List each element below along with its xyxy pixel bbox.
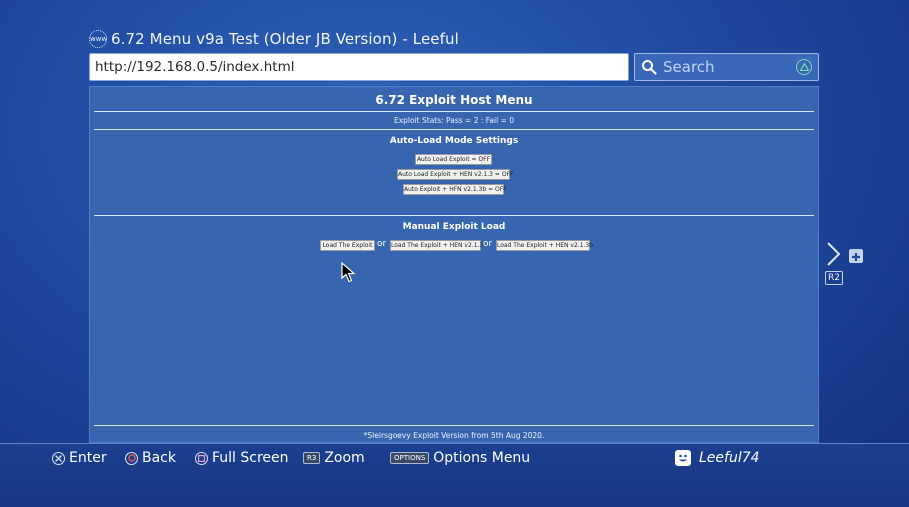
triangle-button-icon[interactable] (796, 59, 812, 75)
back-hint: Back (125, 450, 176, 466)
user-avatar-icon (675, 450, 691, 466)
or-separator: or (377, 239, 387, 249)
enter-hint: Enter (52, 450, 107, 466)
back-label: Back (142, 450, 176, 466)
load-exploit-hen-b-button[interactable]: Load The Exploit + HEN v2.1.3b (496, 240, 593, 251)
search-field[interactable]: Search (634, 53, 819, 81)
zoom-hint: R3 Zoom (303, 450, 365, 466)
auto-load-heading: Auto-Load Mode Settings (389, 136, 519, 146)
r3-button-icon: R3 (303, 452, 321, 464)
r2-button-label: R2 (825, 271, 843, 285)
username: Leeful74 (699, 450, 760, 466)
auto-load-exploit-button[interactable]: Auto Load Exploit = OFF (415, 154, 492, 165)
new-tab-plus-icon[interactable] (849, 249, 863, 263)
options-button-icon: OPTIONS (390, 452, 430, 464)
zoom-label: Zoom (324, 450, 365, 466)
or-separator: or (483, 239, 493, 249)
chevron-right-icon[interactable] (824, 241, 844, 267)
exploit-stats: Exploit Stats: Pass = 2 : Fail = 0 (393, 116, 514, 125)
divider (94, 425, 814, 426)
load-exploit-hen-button[interactable]: Load The Exploit + HEN v2.1.3 (390, 240, 483, 251)
control-hints-bar: Enter Back Full Screen R3 Zoom OPTIONS O… (0, 443, 909, 507)
auto-exploit-hfn-button[interactable]: Auto Exploit + HFN v2.1.3b = OFF (403, 184, 507, 195)
mouse-cursor-icon (341, 262, 356, 283)
options-menu-label: Options Menu (433, 450, 531, 466)
full-screen-label: Full Screen (212, 450, 289, 466)
options-menu-hint: OPTIONS Options Menu (390, 450, 530, 466)
page-title: 6.72 Menu v9a Test (Older JB Version) - … (111, 30, 459, 48)
full-screen-hint: Full Screen (195, 450, 289, 466)
user-profile: Leeful74 (675, 450, 760, 466)
window-titlebar: www 6.72 Menu v9a Test (Older JB Version… (89, 28, 459, 50)
exploit-host-menu-title: 6.72 Exploit Host Menu (375, 93, 533, 107)
circle-button-icon (125, 451, 138, 465)
enter-label: Enter (69, 450, 107, 466)
manual-exploit-heading: Manual Exploit Load (402, 222, 506, 232)
divider (94, 129, 814, 130)
cross-button-icon (52, 451, 65, 465)
search-placeholder: Search (663, 58, 715, 76)
square-button-icon (195, 451, 208, 465)
auto-load-exploit-hen-button[interactable]: Auto Load Exploit + HEN v2.1.3 = OFF (397, 169, 513, 180)
web-page-content: 6.72 Exploit Host Menu Exploit Stats: Pa… (89, 86, 819, 443)
www-globe-icon: www (89, 30, 107, 48)
search-icon (642, 60, 657, 75)
divider (94, 215, 814, 216)
exploit-version-note: *Sleirsgoevy Exploit Version from 5th Au… (363, 431, 545, 440)
load-exploit-button[interactable]: Load The Exploit (320, 240, 375, 251)
address-bar[interactable]: http://192.168.0.5/index.html (89, 53, 629, 81)
divider (94, 111, 814, 112)
